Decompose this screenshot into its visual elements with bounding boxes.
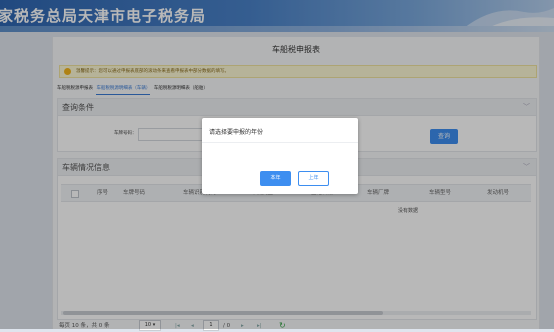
this-year-button[interactable]: 本年: [260, 171, 291, 186]
dialog-divider: [202, 142, 358, 143]
dialog-title: 请选择要申报的年份: [209, 129, 264, 136]
last-year-button[interactable]: 上年: [298, 171, 329, 186]
year-select-dialog: 请选择要申报的年份 本年 上年: [202, 118, 358, 194]
